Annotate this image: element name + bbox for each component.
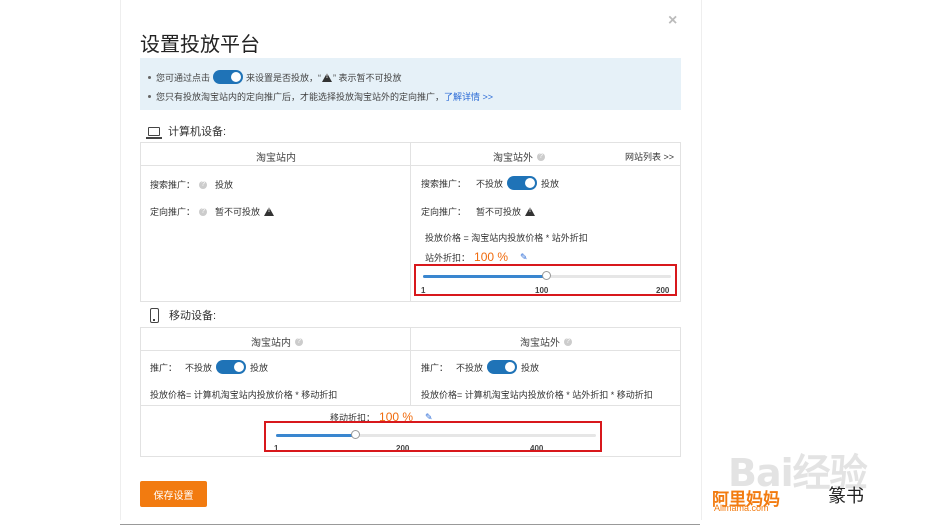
monitor-icon — [146, 126, 162, 139]
help-icon[interactable]: ? — [199, 207, 208, 216]
alimama-url-text: Alimama.com — [714, 503, 769, 513]
help-icon[interactable]: ? — [199, 180, 208, 189]
signature-seal: 篆书 — [828, 486, 864, 507]
column-divider — [410, 327, 411, 405]
warning-icon — [525, 207, 536, 216]
bullet-icon — [148, 95, 151, 98]
mobile-outer-toggle[interactable] — [487, 360, 518, 374]
mobile-heading-label: 移动设备: — [169, 310, 217, 322]
edit-pencil-icon[interactable]: ✎ — [520, 252, 528, 263]
mobile-promo-outer-row: 推广： 不投放 投放 — [421, 360, 539, 374]
pc-discount-row: 站外折扣： 100 % ✎ — [425, 250, 528, 264]
pc-search-inner-row: 搜索推广：? 投放 — [150, 180, 234, 190]
pc-price-formula: 投放价格 = 淘宝站内投放价格 * 站外折扣 — [425, 233, 588, 243]
notice-panel: 您可通过点击 来设置是否投放，“ ” 表示暂不可投放 您只有投放淘宝站内的定向推… — [140, 58, 681, 110]
notice-text: 来设置是否投放，“ — [246, 72, 322, 83]
help-icon[interactable]: ? — [564, 337, 572, 346]
notice-line-2: 您只有投放淘宝站内的定向推广后，才能选择投放淘宝站外的定向推广， 了解详情 >> — [148, 90, 493, 103]
mobile-inner-price-formula: 投放价格= 计算机淘宝站内投放价格 * 移动折扣 — [150, 390, 338, 400]
mobile-promo-inner-row: 推广： 不投放 投放 — [150, 360, 268, 374]
pc-heading-label: 计算机设备: — [168, 126, 227, 138]
notice-text: 您可通过点击 — [156, 72, 211, 83]
column-divider — [410, 142, 411, 302]
mobile-outer-price-formula: 投放价格= 计算机淘宝站内投放价格 * 站外折扣 * 移动折扣 — [421, 390, 653, 400]
pc-search-outer-row: 搜索推广： 不投放 投放 — [421, 176, 559, 190]
pc-target-inner-row: 定向推广：? 暂不可投放 — [150, 205, 275, 218]
row-divider — [141, 405, 680, 406]
notice-text: ” 表示暂不可投放 — [333, 72, 402, 83]
bullet-icon — [148, 75, 151, 79]
mobile-inner-column-header: 淘宝站内? — [251, 334, 303, 349]
pc-discount-value: 100 % — [474, 250, 509, 264]
dialog-title: 设置投放平台 — [140, 34, 260, 56]
notice-line-1: 您可通过点击 来设置是否投放，“ ” 表示暂不可投放 — [148, 70, 402, 84]
pc-search-outer-toggle[interactable] — [507, 176, 538, 190]
warning-icon — [264, 207, 275, 216]
highlight-box — [264, 421, 602, 452]
pc-target-outer-row: 定向推广： 暂不可投放 — [421, 205, 536, 218]
mobile-inner-toggle[interactable] — [216, 360, 247, 374]
help-icon[interactable]: ? — [537, 152, 545, 161]
highlight-box — [414, 264, 677, 296]
learn-more-link[interactable]: 了解详情 >> — [444, 90, 493, 103]
divider — [120, 524, 700, 525]
pc-inner-column-header: 淘宝站内 — [256, 153, 296, 164]
help-icon[interactable]: ? — [295, 337, 303, 346]
site-list-link[interactable]: 网站列表 >> — [625, 150, 674, 163]
toggle-switch-icon — [213, 70, 244, 84]
save-settings-button[interactable]: 保存设置 — [140, 481, 207, 507]
notice-text: 您只有投放淘宝站内的定向推广后，才能选择投放淘宝站外的定向推广， — [156, 92, 445, 102]
phone-icon — [150, 307, 159, 323]
pc-outer-column-header: 淘宝站外? — [493, 149, 545, 164]
warning-icon — [322, 72, 333, 82]
mobile-section-heading: 移动设备: — [150, 307, 216, 323]
header-divider — [141, 165, 680, 166]
close-icon[interactable]: × — [668, 12, 677, 30]
mobile-outer-column-header: 淘宝站外? — [520, 334, 572, 349]
header-divider — [141, 350, 680, 351]
pc-section-heading: 计算机设备: — [146, 123, 227, 139]
